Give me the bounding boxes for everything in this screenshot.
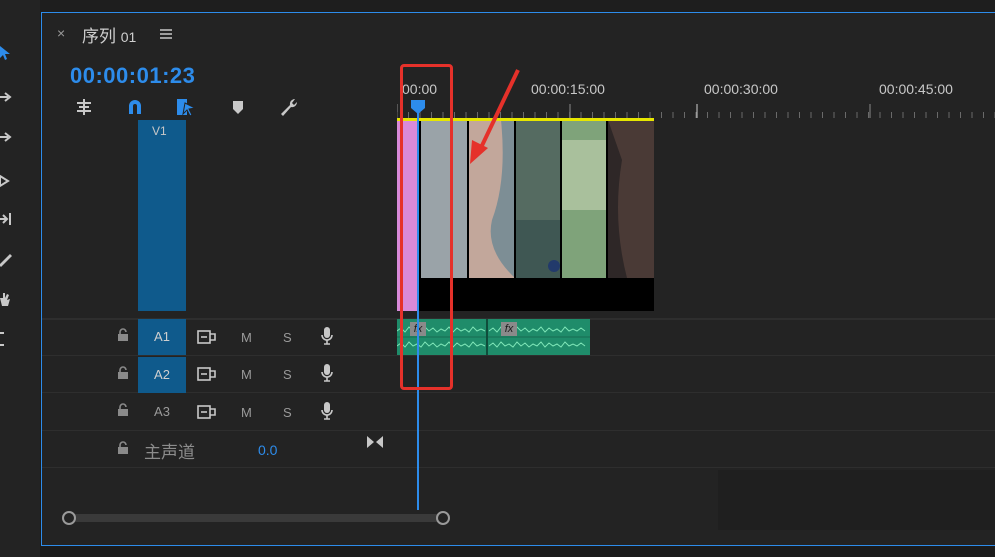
track-target-a2[interactable]: A2 (138, 357, 186, 393)
rolling-edit-icon[interactable] (0, 210, 14, 228)
track-lock-icon[interactable] (116, 403, 130, 422)
linked-selection-icon[interactable] (175, 96, 197, 118)
voiceover-mic-icon[interactable] (320, 401, 334, 426)
annotation-highlight-box (400, 64, 453, 390)
track-label-v1: V1 (152, 124, 167, 138)
fx-badge-2[interactable]: fx (501, 322, 517, 336)
mute-button-a3[interactable]: M (241, 405, 252, 420)
panel-menu-icon[interactable] (159, 27, 173, 45)
type-icon[interactable] (0, 330, 14, 348)
sequence-title-number: 01 (120, 29, 137, 45)
sequence-tab-title[interactable]: 序列 01 (82, 22, 136, 47)
wrench-settings-icon[interactable] (277, 96, 299, 118)
track-lock-icon[interactable] (116, 366, 130, 385)
playhead-timecode[interactable]: 00:00:01:23 (70, 63, 195, 89)
zoom-scrollbar[interactable] (62, 510, 452, 526)
tools-panel (0, 0, 40, 557)
track-target-a1[interactable]: A1 (138, 319, 186, 355)
track-select-forward-icon[interactable] (0, 88, 14, 106)
master-volume-value[interactable]: 0.0 (258, 442, 277, 458)
add-marker-icon[interactable] (227, 96, 249, 118)
hand-icon[interactable] (0, 290, 14, 308)
track-separator (42, 430, 995, 431)
track-separator (42, 355, 995, 356)
panel-top-strip (40, 0, 995, 12)
sequence-title-text: 序列 (82, 27, 116, 46)
sync-lock-icon[interactable] (197, 329, 217, 350)
voiceover-mic-icon[interactable] (320, 363, 334, 388)
snap-magnet-icon[interactable] (124, 96, 146, 118)
solo-button-a1[interactable]: S (283, 330, 292, 345)
master-jump-icon[interactable] (366, 435, 384, 454)
insert-sequence-nest-icon[interactable] (73, 96, 95, 118)
track-target-a3[interactable]: A3 (138, 394, 186, 430)
sync-lock-icon[interactable] (197, 404, 217, 425)
ripple-edit-icon[interactable] (0, 172, 14, 190)
mute-button-a1[interactable]: M (241, 330, 252, 345)
track-separator (42, 467, 995, 468)
empty-track-area (718, 470, 995, 530)
razor-icon[interactable] (0, 250, 14, 268)
ruler-label-30s: 00:00:30:00 (704, 81, 778, 97)
close-tab-icon[interactable]: × (57, 25, 65, 41)
track-lock-icon[interactable] (116, 441, 130, 460)
selection-tool-icon[interactable] (0, 44, 14, 62)
solo-button-a3[interactable]: S (283, 405, 292, 420)
master-track-label: 主声道 (144, 443, 195, 462)
track-target-v1[interactable] (138, 120, 186, 311)
sync-lock-icon[interactable] (197, 366, 217, 387)
solo-button-a2[interactable]: S (283, 367, 292, 382)
annotation-arrow-icon (470, 69, 520, 164)
track-lock-icon[interactable] (116, 328, 130, 347)
ruler-label-45s: 00:00:45:00 (879, 81, 953, 97)
track-select-backward-icon[interactable] (0, 128, 14, 146)
ruler-label-15s: 00:00:15:00 (531, 81, 605, 97)
mute-button-a2[interactable]: M (241, 367, 252, 382)
voiceover-mic-icon[interactable] (320, 326, 334, 351)
